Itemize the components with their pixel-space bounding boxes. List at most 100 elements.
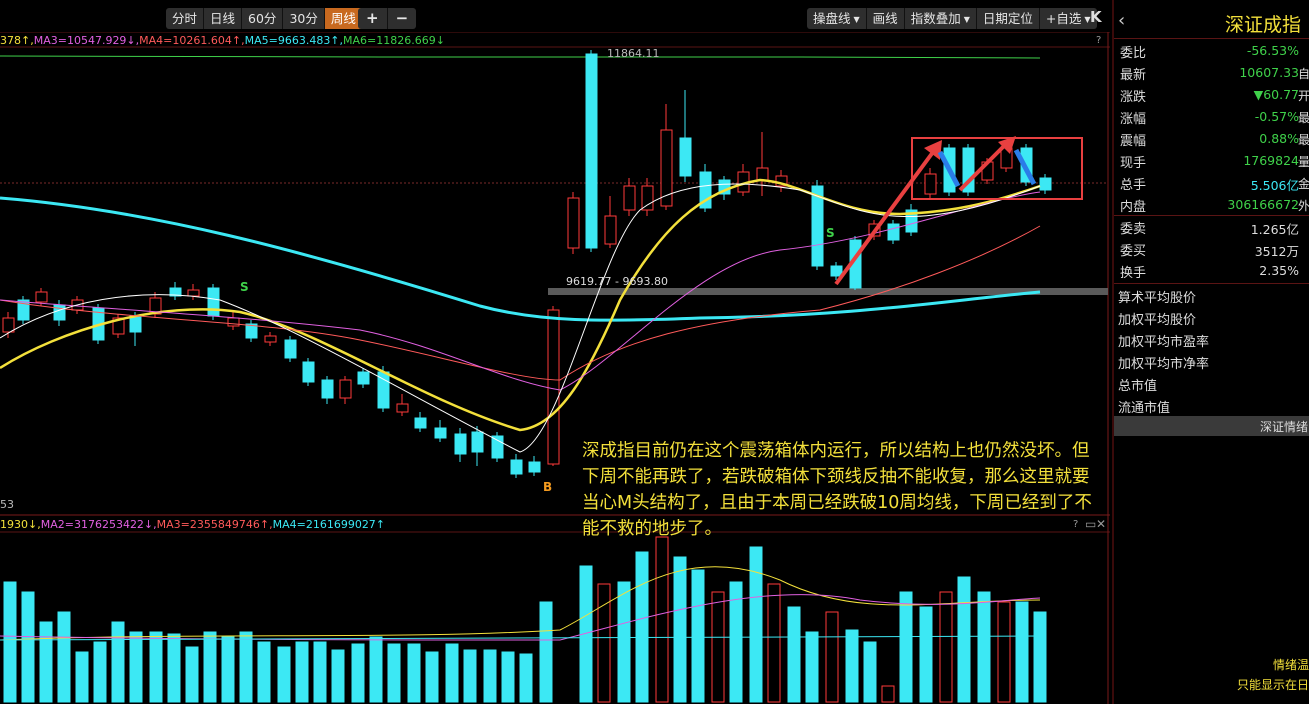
quote-row: 委比 -56.53% (1114, 40, 1309, 62)
stat-item[interactable]: 加权平均市净率 (1118, 353, 1209, 372)
volume-bar (655, 536, 669, 703)
volume-bar (863, 641, 877, 703)
quote-label: 总手 (1120, 178, 1147, 193)
stat-item[interactable]: 流通市值 (1118, 397, 1170, 416)
volume-bar (75, 651, 89, 703)
stat-item[interactable]: 加权平均市盈率 (1118, 331, 1209, 350)
collapse-panel-button[interactable]: K (1090, 8, 1102, 26)
quote-row: 总手 5.506亿金 (1114, 172, 1309, 194)
volume-bar (3, 581, 17, 703)
range-price-label: 9619.77 - 9693.80 (566, 275, 668, 288)
operate-line-button[interactable]: 操盘线 ▼ (807, 8, 866, 29)
stat-item[interactable]: 加权平均股价 (1118, 309, 1196, 328)
quote-row: 换手 2.35% (1114, 260, 1309, 282)
ma-legend-item: 378↑, (0, 34, 34, 47)
period-daily[interactable]: 日线 (204, 8, 241, 29)
volume-bar (425, 651, 439, 703)
volume-bar (939, 591, 953, 703)
candle-body (491, 435, 504, 459)
quote-value: 5.506亿 (1250, 178, 1299, 193)
candle-body (396, 403, 409, 413)
volume-bar (997, 601, 1011, 703)
candle-body (414, 417, 427, 429)
volume-bar (295, 641, 309, 703)
volume-bar (445, 643, 459, 703)
candlestick-chart[interactable] (0, 0, 1110, 704)
add-watchlist-label: +自选 (1045, 11, 1082, 26)
volume-bar (691, 569, 705, 703)
zoom-out-button[interactable]: − (388, 8, 417, 29)
volume-bar (881, 685, 895, 703)
volume-bar (711, 591, 725, 703)
quote-value: 1769824 (1243, 153, 1299, 168)
quote-extra: 开 (1297, 89, 1309, 103)
period-60min[interactable]: 60分 (242, 8, 282, 29)
quote-row: 涨跌 ▼60.77 开 (1114, 84, 1309, 106)
zoom-in-button[interactable]: + (358, 8, 387, 29)
candle-body (641, 185, 654, 211)
quote-label: 涨幅 (1120, 112, 1147, 127)
volume-bar (57, 611, 71, 703)
operate-line-label: 操盘线 (813, 11, 851, 26)
period-30min[interactable]: 30分 (283, 8, 323, 29)
candle-body (1039, 177, 1052, 191)
period-minute[interactable]: 分时 (166, 8, 203, 29)
volume-bar (277, 646, 291, 703)
quote-extra: 自 (1297, 67, 1309, 81)
quote-value: 306166672 (1227, 197, 1299, 212)
candle-body (321, 379, 334, 399)
index-overlay-button[interactable]: 指数叠加 ▼ (905, 8, 976, 29)
date-locate-button[interactable]: 日期定位 (977, 8, 1039, 29)
quote-value: 1.265亿 (1250, 222, 1299, 237)
candle-body (454, 433, 467, 455)
right-tools: 操盘线 ▼ 画线 指数叠加 ▼ 日期定位 +自选 ▼ (807, 8, 1097, 29)
quote-label: 最新 (1120, 68, 1147, 83)
volume-bar (351, 643, 365, 703)
add-watchlist-button[interactable]: +自选 ▼ (1040, 8, 1097, 29)
divider (1114, 38, 1309, 39)
volume-bar (331, 649, 345, 703)
sentiment-footer: 情绪温 (1272, 658, 1309, 672)
stat-item[interactable]: 算术平均股价 (1118, 287, 1196, 306)
volume-bar (313, 641, 327, 703)
quote-extra: 金 (1297, 177, 1309, 191)
quote-row: 委卖 1.265亿 (1114, 216, 1309, 238)
volume-bar (239, 631, 253, 703)
volume-bar (519, 653, 533, 703)
sentiment-note: 只能显示在日 (1236, 678, 1309, 692)
main-chart[interactable] (0, 0, 1110, 704)
volume-bar (369, 636, 383, 703)
volume-bar (597, 583, 611, 703)
volume-bar (825, 611, 839, 703)
volume-bar (787, 606, 801, 703)
draw-line-button[interactable]: 画线 (867, 8, 904, 29)
sentiment-bar[interactable]: 深证情绪 (1114, 416, 1309, 436)
candle-body (357, 371, 370, 385)
volume-bar (387, 643, 401, 703)
help-icon[interactable]: ? (1096, 35, 1101, 46)
quote-value: 2.35% (1259, 263, 1299, 278)
candle-body (887, 223, 900, 241)
quote-row: 最新 10607.33 自 (1114, 62, 1309, 84)
candle-body (284, 339, 297, 359)
stat-item[interactable]: 总市值 (1118, 375, 1157, 394)
ma-legend-item: MA3=10547.929↓, (33, 34, 140, 47)
index-overlay-label: 指数叠加 (910, 11, 961, 26)
volume-bar (149, 631, 163, 703)
candle-body (129, 315, 142, 333)
candle-body (434, 427, 447, 439)
chevron-left-icon[interactable]: ‹ (1118, 10, 1125, 31)
candle-body (471, 431, 484, 453)
buy-signal: B (543, 480, 553, 494)
quote-label: 涨跌 (1120, 90, 1147, 105)
chart-toolbar: 分时 日线 60分 30分 周线▼ + − 操盘线▼ 画线 指数叠加▼ 日期定位… (0, 0, 1110, 32)
vol-legend-item: MA4=2161699027↑ (272, 518, 386, 531)
quote-extra: 最 (1297, 111, 1309, 125)
quote-label: 现手 (1120, 156, 1147, 171)
volume-bar (919, 606, 933, 703)
volume-bar (167, 633, 181, 703)
quote-label: 委比 (1120, 46, 1147, 61)
quote-label: 换手 (1120, 266, 1147, 281)
candle-body (53, 304, 66, 321)
volume-bar (635, 551, 649, 703)
